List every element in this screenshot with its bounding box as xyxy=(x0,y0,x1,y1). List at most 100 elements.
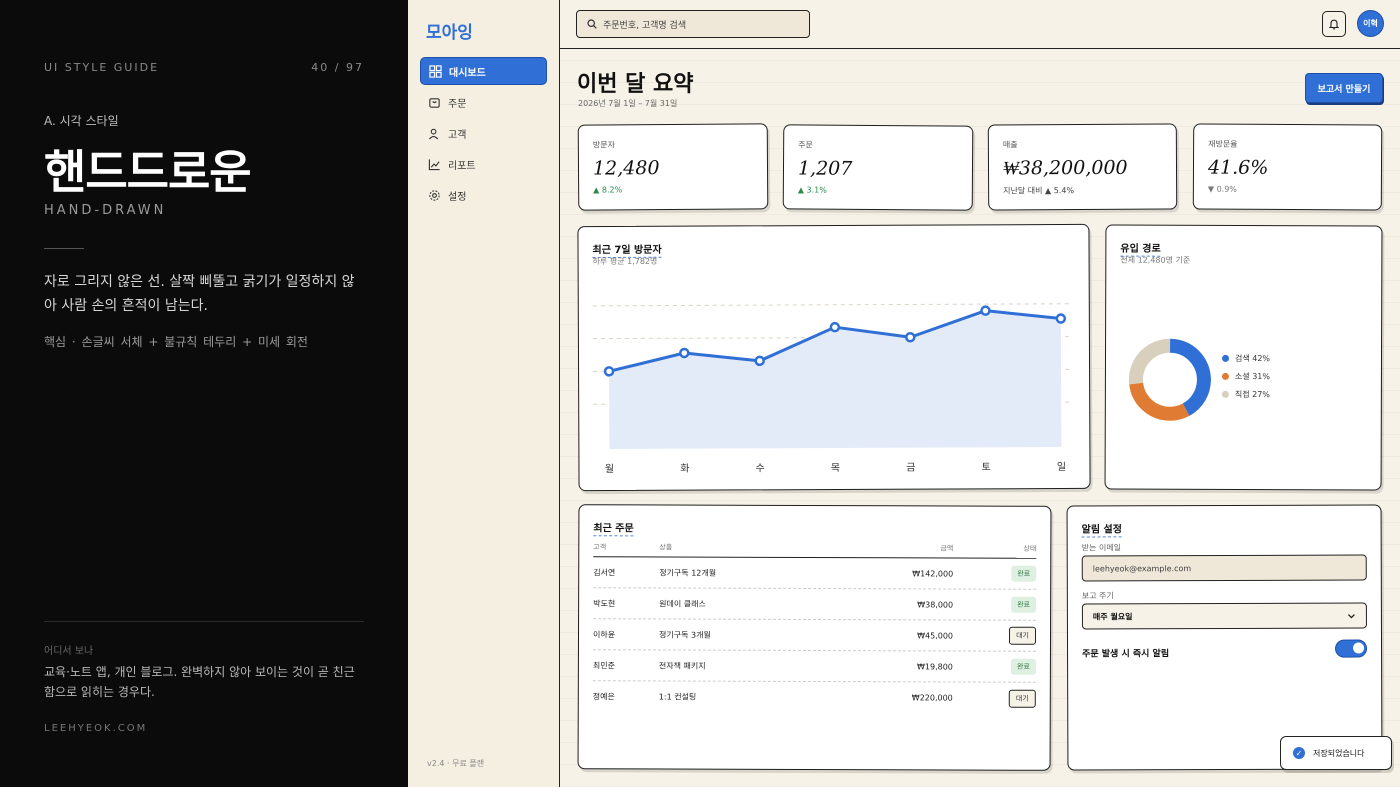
data-point[interactable] xyxy=(1055,313,1067,324)
data-point[interactable] xyxy=(603,366,615,377)
x-tick-label: 수 xyxy=(756,462,765,474)
search-placeholder: 주문번호, 고객명 검색 xyxy=(603,20,687,31)
sidebar-item-reports[interactable]: 리포트 xyxy=(420,150,547,178)
main-content: 이번 달 요약 2026년 7월 1일 – 7월 31일 보고서 만들기 방문자… xyxy=(560,49,1400,787)
x-tick-label: 토 xyxy=(982,462,991,473)
status-badge: 완료 xyxy=(1010,658,1036,675)
guide-header: UI STYLE GUIDE 40 / 97 xyxy=(44,61,364,74)
legend-label: 직접 27% xyxy=(1234,389,1270,399)
instant-alert-toggle[interactable] xyxy=(1335,639,1368,658)
card-title: 알림 설정 xyxy=(1081,520,1122,538)
table-row[interactable]: 최민준 전자책 패키지 ₩19,800 완료 xyxy=(592,650,1036,683)
x-tick-label: 화 xyxy=(680,463,689,475)
create-report-button[interactable]: 보고서 만들기 xyxy=(1305,73,1383,103)
recent-orders-card: 최근 주문 고객 상품 금액 상태 김서연 정기구독 12개월 ₩142,000… xyxy=(577,504,1052,771)
notifications-button[interactable] xyxy=(1322,11,1346,37)
email-label: 받는 이메일 xyxy=(1081,543,1122,553)
sidebar-item-label: 설정 xyxy=(448,191,467,203)
toggle-knob xyxy=(1353,642,1365,654)
customer-cell: 정예은 xyxy=(592,692,615,702)
kpi-delta: ▲ 3.1% xyxy=(797,185,827,195)
guide-divider-bottom xyxy=(44,621,364,622)
bag-icon xyxy=(429,97,440,108)
table-row[interactable]: 정예은 1:1 컨설팅 ₩220,000 대기 xyxy=(593,681,1036,714)
topbar: 주문번호, 고객명 검색 이혁 xyxy=(560,0,1400,49)
sidebar: 모아잉 대시보드 주문 고객 리포트 설정 v2.4 · 무료 플랜 xyxy=(408,0,560,787)
report-period-select[interactable]: 매주 월요일 xyxy=(1081,602,1367,630)
version-label: v2.4 · 무료 플랜 xyxy=(427,759,485,768)
sidebar-item-label: 주문 xyxy=(448,98,467,110)
sources-donut-chart xyxy=(1128,338,1211,421)
kpi-label: 주문 xyxy=(798,140,813,150)
kpi-card-orders: 주문 1,207 ▲ 3.1% xyxy=(782,124,974,211)
x-tick-label: 월 xyxy=(605,463,614,475)
sidebar-item-customers[interactable]: 고객 xyxy=(420,119,547,147)
kpi-card-revenue: 매출 ₩38,200,000 지난달 대비 ▲ 5.4% xyxy=(987,123,1178,211)
search-input[interactable]: 주문번호, 고객명 검색 xyxy=(576,10,810,38)
data-point[interactable] xyxy=(754,355,765,367)
page-title: 이번 달 요약 xyxy=(577,72,694,97)
legend-label: 검색 42% xyxy=(1234,353,1271,363)
guide-title: 핸드드로운 xyxy=(44,145,252,199)
period-value: 매주 월요일 xyxy=(1092,611,1133,621)
orders-table: 고객 상품 금액 상태 김서연 정기구독 12개월 ₩142,000 완료 박도… xyxy=(593,537,1037,714)
toast-message: 저장되었습니다 xyxy=(1313,748,1365,758)
product-cell: 1:1 컨설팅 xyxy=(658,692,697,702)
data-point[interactable] xyxy=(679,347,690,359)
table-row[interactable]: 박도현 원데이 클래스 ₩38,000 완료 xyxy=(593,588,1037,621)
data-point[interactable] xyxy=(904,331,916,343)
sidebar-item-label: 리포트 xyxy=(448,160,476,172)
alert-settings-card: 알림 설정 받는 이메일 leehyeok@example.com 보고 주기 … xyxy=(1066,504,1383,771)
customer-cell: 이하윤 xyxy=(592,629,616,639)
email-field[interactable]: leehyeok@example.com xyxy=(1081,554,1367,582)
data-point[interactable] xyxy=(829,321,841,333)
sidebar-item-orders[interactable]: 주문 xyxy=(420,88,547,116)
saved-toast: ✓ 저장되었습니다 xyxy=(1280,736,1392,770)
status-badge: 완료 xyxy=(1011,565,1037,582)
legend-item: 소셜 31% xyxy=(1221,367,1270,385)
visitors-chart-card: 최근 7일 방문자 하루 평균 1,782명 월화수목금토일 xyxy=(577,223,1091,492)
legend-label: 소셜 31% xyxy=(1234,371,1270,381)
period-label: 보고 주기 xyxy=(1081,591,1114,601)
avatar[interactable]: 이혁 xyxy=(1357,10,1384,37)
card-title: 최근 주문 xyxy=(593,519,634,537)
guide-divider xyxy=(44,248,84,249)
guide-description: 자로 그리지 않은 선. 살짝 삐뚤고 굵기가 일정하지 않아 사람 손의 흔적… xyxy=(44,274,355,314)
customer-cell: 최민준 xyxy=(592,660,616,670)
guide-label: UI STYLE GUIDE xyxy=(44,61,160,74)
app-window: 모아잉 대시보드 주문 고객 리포트 설정 v2.4 · 무료 플랜 주문번호,… xyxy=(408,0,1400,787)
app-logo[interactable]: 모아잉 xyxy=(426,18,473,43)
legend-item: 검색 42% xyxy=(1221,349,1271,367)
kpi-delta: ▲ 8.2% xyxy=(593,185,623,195)
column-header: 고객 xyxy=(593,542,607,551)
status-badge: 완료 xyxy=(1011,596,1037,613)
user-icon xyxy=(428,128,439,139)
legend-item: 직접 27% xyxy=(1221,385,1270,403)
guide-section: A. 시각 스타일 xyxy=(44,114,119,128)
sidebar-item-label: 고객 xyxy=(448,129,467,141)
kpi-value: 41.6% xyxy=(1207,156,1269,179)
email-value: leehyeok@example.com xyxy=(1092,563,1192,573)
bell-icon xyxy=(1328,19,1340,30)
guide-site: LEEHYEOK.COM xyxy=(44,723,148,734)
chart-subtitle: 하루 평균 1,782명 xyxy=(592,256,658,267)
data-point[interactable] xyxy=(980,305,991,316)
sidebar-item-settings[interactable]: 설정 xyxy=(420,181,547,209)
x-tick-label: 목 xyxy=(831,462,840,474)
amount-cell: ₩142,000 xyxy=(912,568,954,578)
kpi-value: 1,207 xyxy=(797,157,853,180)
table-row[interactable]: 이하윤 정기구독 3개월 ₩45,000 대기 xyxy=(592,619,1037,652)
guide-subtitle: HAND-DRAWN xyxy=(44,203,167,218)
column-header: 상태 xyxy=(1023,544,1037,553)
status-badge: 대기 xyxy=(1009,626,1037,645)
column-header: 상품 xyxy=(659,542,673,552)
kpi-label: 방문자 xyxy=(592,140,615,150)
search-icon xyxy=(587,19,597,29)
table-header: 고객 상품 금액 상태 xyxy=(593,537,1037,559)
table-row[interactable]: 김서연 정기구독 12개월 ₩142,000 완료 xyxy=(593,557,1037,590)
kpi-delta: 지난달 대비 ▲ 5.4% xyxy=(1003,186,1075,196)
style-guide-panel: UI STYLE GUIDE 40 / 97 A. 시각 스타일 핸드드로운 H… xyxy=(0,0,408,787)
sidebar-item-dashboard[interactable]: 대시보드 xyxy=(420,57,547,85)
visitors-chart: 월화수목금토일 xyxy=(592,303,1074,475)
amount-cell: ₩19,800 xyxy=(916,661,953,671)
